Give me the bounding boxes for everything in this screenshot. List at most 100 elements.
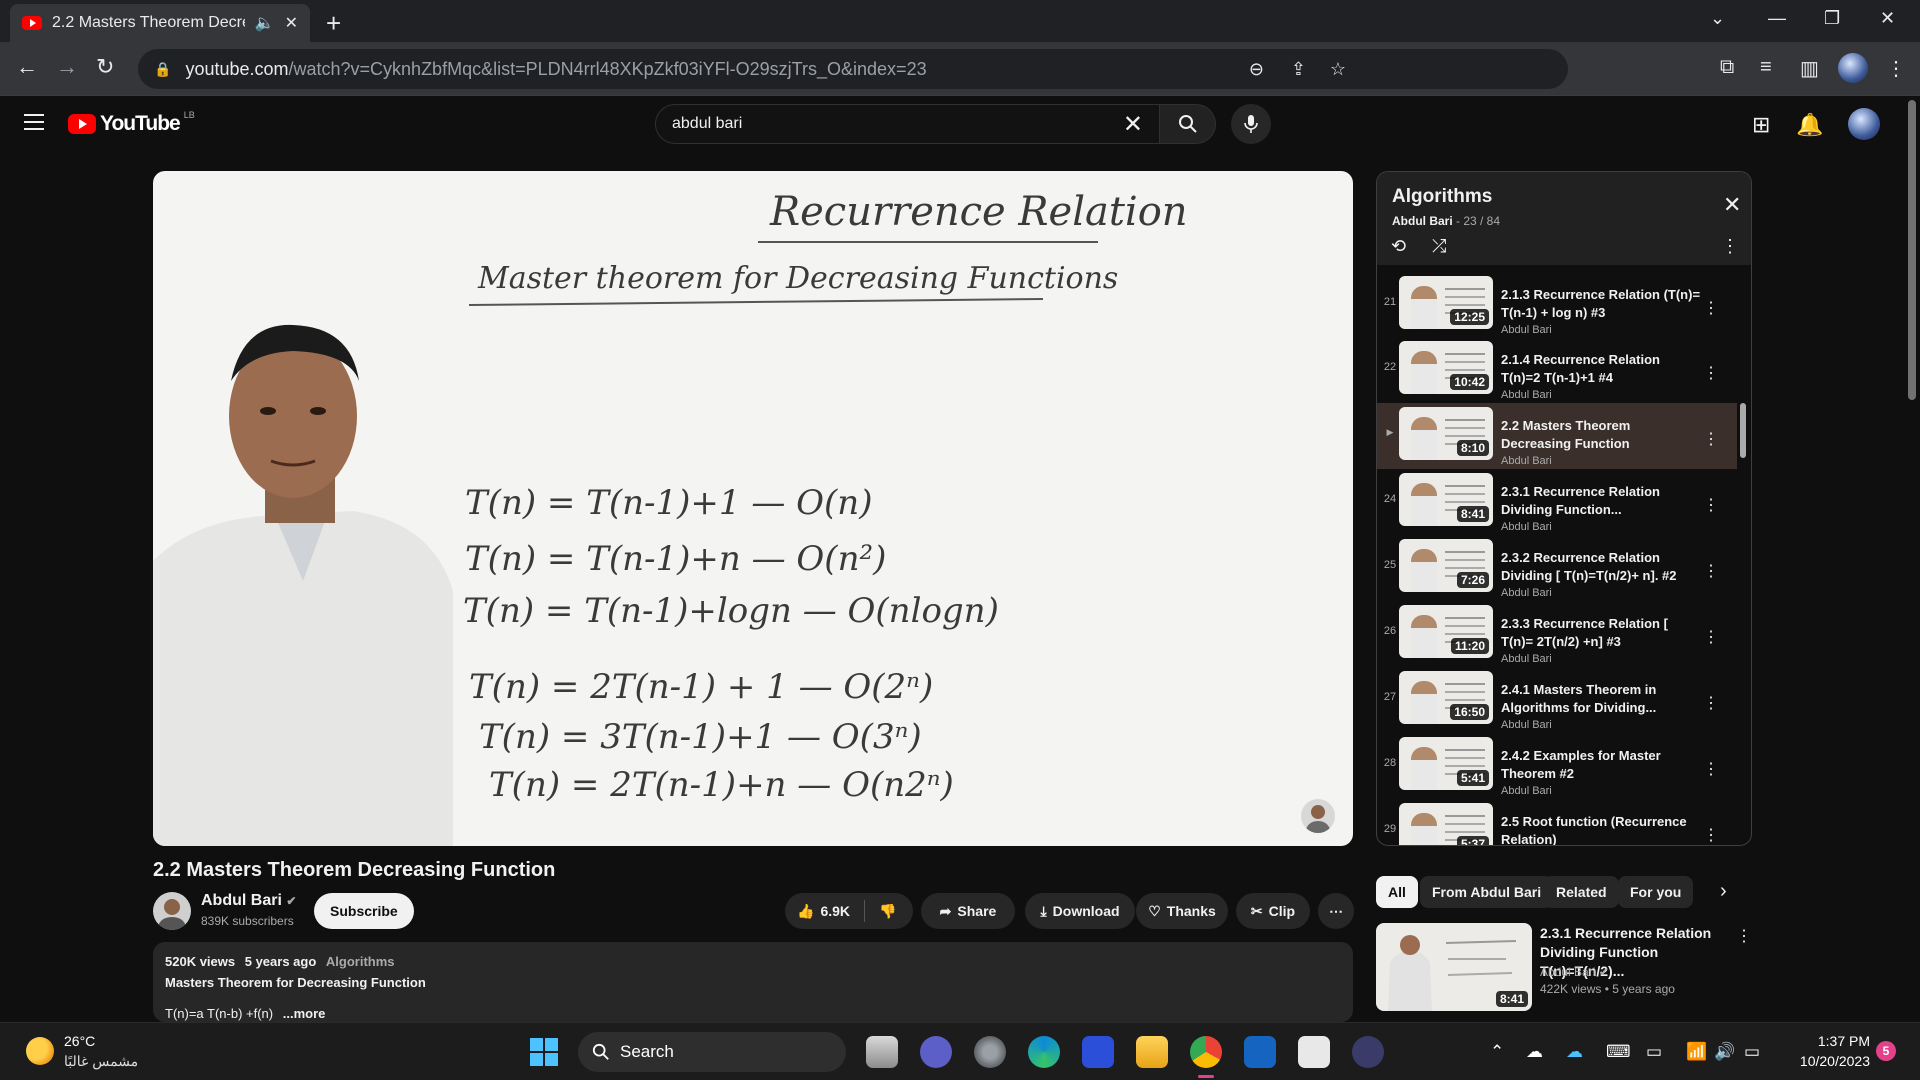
playlist-thumbnail[interactable]: 8:41 — [1399, 473, 1493, 526]
playlist-item[interactable]: 28 5:41 2.4.2 Examples for Master Theore… — [1377, 733, 1737, 799]
clock-date[interactable]: 10/20/2023 — [1780, 1053, 1870, 1069]
playlist-thumbnail[interactable]: 5:41 — [1399, 737, 1493, 790]
item-menu-icon[interactable]: ⋮ — [1703, 825, 1719, 845]
chip-all[interactable]: All — [1376, 876, 1418, 908]
chip-related[interactable]: Related — [1544, 876, 1619, 908]
back-arrow-icon[interactable]: ← — [16, 54, 38, 80]
share-page-icon[interactable]: ⇪ — [1291, 59, 1306, 80]
search-button[interactable] — [1160, 104, 1216, 144]
edge-browser-icon[interactable] — [1028, 1036, 1060, 1068]
restore-icon[interactable]: ❐ — [1824, 8, 1840, 29]
recommended-thumbnail[interactable]: 8:41 — [1376, 923, 1532, 1011]
notification-badge[interactable]: 5 — [1876, 1041, 1896, 1061]
item-menu-icon[interactable]: ⋮ — [1703, 363, 1719, 383]
channel-name[interactable]: Abdul Bari ✔ — [201, 892, 296, 910]
minimize-icon[interactable]: — — [1768, 8, 1786, 29]
clip-button[interactable]: ✂ Clip — [1236, 893, 1310, 929]
hashtag-link[interactable]: Algorithms — [326, 954, 395, 969]
speaker-icon[interactable]: 🔈 — [255, 13, 275, 33]
share-button[interactable]: ➦ Share — [921, 893, 1015, 929]
create-video-icon[interactable]: ⊞ — [1752, 112, 1770, 138]
onedrive-error-icon[interactable]: ☁ — [1526, 1042, 1543, 1062]
playlist-item[interactable]: 29 5:37 2.5 Root function (Recurrence Re… — [1377, 799, 1737, 845]
shuffle-icon[interactable]: ⤮ — [1432, 236, 1446, 257]
lock-icon[interactable]: 🔒 — [154, 61, 171, 78]
tab-close-icon[interactable]: ✕ — [285, 13, 298, 33]
item-menu-icon[interactable]: ⋮ — [1703, 495, 1719, 515]
account-avatar[interactable] — [1848, 108, 1880, 140]
loop-icon[interactable]: ⟲ — [1391, 236, 1406, 257]
editor-app-icon[interactable] — [1082, 1036, 1114, 1068]
subscribe-button[interactable]: Subscribe — [314, 893, 414, 929]
description-box[interactable]: 520K views 5 years ago Algorithms Master… — [153, 942, 1353, 1022]
battery-icon[interactable]: ▭ — [1744, 1042, 1760, 1062]
playlist-item[interactable]: 24 8:41 2.3.1 Recurrence Relation Dividi… — [1377, 469, 1737, 535]
playlist-thumbnail[interactable]: 10:42 — [1399, 341, 1493, 394]
window-close-icon[interactable]: ✕ — [1880, 8, 1895, 29]
item-menu-icon[interactable]: ⋮ — [1703, 693, 1719, 713]
thanks-button[interactable]: ♡ Thanks — [1136, 893, 1228, 929]
playlist-item[interactable]: 27 16:50 2.4.1 Masters Theorem in Algori… — [1377, 667, 1737, 733]
wifi-icon[interactable]: 📶 — [1686, 1042, 1707, 1062]
item-menu-icon[interactable]: ⋮ — [1703, 429, 1719, 449]
playlist-item[interactable]: 21 12:25 2.1.3 Recurrence Relation (T(n)… — [1377, 272, 1737, 338]
url-omnibox[interactable]: 🔒 youtube.com/watch?v=CyknhZbfMqc&list=P… — [138, 49, 1568, 89]
browser-menu-icon[interactable]: ⋮ — [1886, 56, 1906, 81]
chrome-browser-icon[interactable] — [1190, 1036, 1222, 1068]
weather-temperature[interactable]: 26°C — [64, 1033, 95, 1049]
playlist-scrollbar[interactable] — [1740, 403, 1746, 458]
like-button[interactable]: 👍 6.9K — [797, 903, 850, 920]
channel-watermark[interactable] — [1301, 799, 1335, 833]
chip-from-abdul-bari[interactable]: From Abdul Bari — [1420, 876, 1554, 908]
more-actions-button[interactable]: ⋯ — [1318, 893, 1354, 929]
profile-avatar[interactable] — [1838, 53, 1868, 83]
weather-sun-icon[interactable] — [26, 1037, 54, 1065]
file-explorer-icon[interactable] — [1136, 1036, 1168, 1068]
new-tab-plus-icon[interactable]: + — [326, 8, 341, 39]
browser-tab-active[interactable]: 2.2 Masters Theorem Decrea 🔈 ✕ — [10, 4, 310, 42]
settings-gear-icon[interactable] — [974, 1036, 1006, 1068]
onedrive-icon[interactable]: ☁ — [1566, 1042, 1583, 1062]
search-box[interactable]: ✕ — [655, 104, 1160, 144]
playlist-title[interactable]: Algorithms — [1392, 186, 1492, 208]
playlist-thumbnail[interactable]: 8:10 — [1399, 407, 1493, 460]
item-menu-icon[interactable]: ⋮ — [1703, 627, 1719, 647]
volume-icon[interactable]: 🔊 — [1714, 1042, 1735, 1062]
download-button[interactable]: ⤓ Download — [1025, 893, 1135, 929]
recommended-channel[interactable]: Abdul Bari ✔ — [1540, 965, 1609, 979]
playlist-item[interactable]: 25 7:26 2.3.2 Recurrence Relation Dividi… — [1377, 535, 1737, 601]
side-panel-icon[interactable]: ▥ — [1800, 56, 1819, 81]
item-menu-icon[interactable]: ⋮ — [1703, 759, 1719, 779]
teams-chat-icon[interactable] — [920, 1036, 952, 1068]
playlist-item[interactable]: 22 10:42 2.1.4 Recurrence Relation T(n)=… — [1377, 337, 1737, 403]
item-menu-icon[interactable]: ⋮ — [1703, 298, 1719, 318]
voice-search-button[interactable] — [1231, 104, 1271, 144]
playlist-close-icon[interactable]: ✕ — [1723, 192, 1741, 218]
chip-for-you[interactable]: For you — [1618, 876, 1694, 908]
clock-time[interactable]: 1:37 PM — [1790, 1033, 1870, 1049]
reload-icon[interactable]: ↻ — [96, 54, 114, 80]
playlist-item-current[interactable]: ▶ 8:10 2.2 Masters Theorem Decreasing Fu… — [1377, 403, 1737, 469]
extensions-puzzle-icon[interactable]: ⧉ — [1720, 56, 1734, 79]
chip-scroll-right-icon[interactable]: › — [1720, 880, 1727, 903]
page-scrollbar[interactable] — [1908, 100, 1916, 400]
clear-search-icon[interactable]: ✕ — [1123, 110, 1143, 139]
youtube-logo[interactable]: YouTube LB — [68, 110, 195, 136]
media-queue-icon[interactable]: ≡ — [1760, 56, 1772, 79]
snipping-tool-icon[interactable] — [1298, 1036, 1330, 1068]
search-input[interactable] — [672, 115, 1123, 133]
playlist-thumbnail[interactable]: 12:25 — [1399, 276, 1493, 329]
playlist-menu-icon[interactable]: ⋮ — [1721, 236, 1739, 257]
show-hidden-icons-chevron[interactable]: ⌃ — [1490, 1042, 1504, 1062]
hamburger-menu-icon[interactable] — [24, 114, 44, 130]
pinned-app-icon[interactable] — [1352, 1036, 1384, 1068]
playlist-item[interactable]: 26 11:20 2.3.3 Recurrence Relation [ T(n… — [1377, 601, 1737, 667]
playlist-thumbnail[interactable]: 11:20 — [1399, 605, 1493, 658]
tab-search-chevron-icon[interactable]: ⌄ — [1710, 8, 1725, 29]
playlist-thumbnail[interactable]: 7:26 — [1399, 539, 1493, 592]
zoom-out-icon[interactable]: ⊖ — [1249, 59, 1264, 80]
windows-start-icon[interactable] — [530, 1038, 558, 1066]
playlist-thumbnail[interactable]: 5:37 — [1399, 803, 1493, 845]
video-player[interactable]: Recurrence Relation Master theorem for D… — [153, 171, 1353, 846]
taskbar-search[interactable]: Search — [578, 1032, 846, 1072]
